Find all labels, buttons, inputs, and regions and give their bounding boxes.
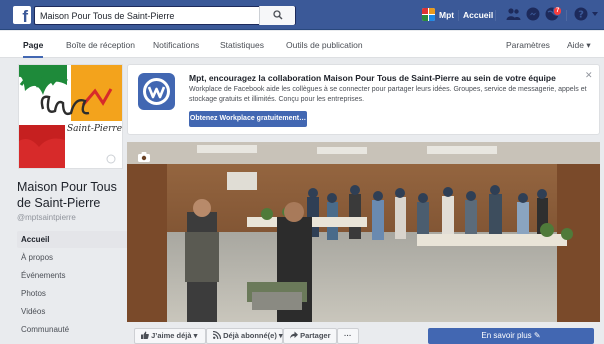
share-button[interactable]: Partager — [283, 328, 337, 344]
tab-help[interactable]: Aide ▾ — [567, 31, 591, 58]
page-sidebar: Saint-Pierre Maison Pour Tous de Saint-P… — [10, 58, 128, 344]
promo-description: Workplace de Facebook aide les collègues… — [189, 86, 587, 103]
divider — [566, 10, 567, 21]
divider — [495, 10, 496, 21]
learn-more-button[interactable]: En savoir plus ✎ — [428, 328, 594, 344]
tab-settings[interactable]: Paramètres — [506, 31, 550, 58]
sidebar-item-community[interactable]: Communauté — [17, 321, 128, 338]
facebook-logo-icon[interactable]: f — [13, 6, 31, 24]
divider — [458, 10, 459, 21]
search-icon — [273, 10, 283, 20]
top-navigation-bar: f Maison Pour Tous de Saint-Pierre Mpt A… — [0, 0, 604, 30]
thumbs-up-icon — [141, 331, 149, 339]
cover-photo[interactable] — [127, 142, 600, 322]
sidebar-item-events[interactable]: Événements — [17, 267, 128, 284]
search-input[interactable]: Maison Pour Tous de Saint-Pierre — [34, 6, 296, 25]
sidebar-item-videos[interactable]: Vidéos — [17, 303, 128, 320]
workplace-logo-icon — [138, 73, 175, 110]
page-admin-tabs: Page Boîte de réception Notifications St… — [0, 31, 604, 58]
sidebar-item-photos[interactable]: Photos — [17, 285, 128, 302]
maison-pour-tous-logo: Saint-Pierre — [19, 65, 122, 168]
notification-badge: 7 — [553, 6, 563, 16]
follow-button-label: Déjà abonné(e) ▾ — [223, 331, 283, 340]
share-button-label: Partager — [300, 331, 331, 340]
sidebar-item-home[interactable]: Accueil — [17, 231, 128, 248]
camera-icon[interactable] — [138, 152, 150, 162]
svg-text:?: ? — [578, 10, 584, 21]
profile-link[interactable]: Mpt — [439, 0, 454, 30]
chevron-down-icon[interactable] — [592, 12, 598, 16]
share-arrow-icon — [290, 331, 298, 339]
svg-text:Saint-Pierre: Saint-Pierre — [67, 124, 122, 134]
tab-publishing-tools[interactable]: Outils de publication — [286, 31, 363, 58]
page-title[interactable]: Maison Pour Tous de Saint-Pierre — [17, 179, 127, 211]
rss-icon — [212, 330, 222, 340]
tab-notifications[interactable]: Notifications — [153, 31, 199, 58]
get-workplace-button[interactable]: Obtenez Workplace gratuitement… — [189, 111, 307, 127]
like-button-label: J’aime déjà ▾ — [151, 331, 198, 340]
page-profile-picture[interactable]: Saint-Pierre — [18, 64, 123, 169]
sidebar-item-about[interactable]: À propos — [17, 249, 128, 266]
page-username[interactable]: @mptsaintpierre — [17, 213, 76, 222]
page-actions-bar: J’aime déjà ▾ Déjà abonné(e) ▾ Partager … — [127, 326, 600, 344]
home-link[interactable]: Accueil — [463, 0, 493, 30]
follow-button[interactable]: Déjà abonné(e) ▾ — [206, 328, 283, 344]
more-options-button[interactable]: ··· — [337, 328, 359, 344]
close-icon[interactable]: ✕ — [585, 70, 593, 81]
user-avatar[interactable] — [422, 8, 435, 21]
tab-inbox[interactable]: Boîte de réception — [66, 31, 135, 58]
tab-page[interactable]: Page — [23, 31, 44, 58]
help-icon[interactable]: ? — [574, 7, 588, 21]
friend-requests-icon[interactable] — [506, 7, 521, 21]
promo-title: Mpt, encouragez la collaboration Maison … — [189, 73, 556, 83]
cover-photo-image — [127, 142, 600, 322]
workplace-promo-card: Mpt, encouragez la collaboration Maison … — [127, 64, 600, 135]
search-button[interactable] — [259, 6, 295, 25]
like-button[interactable]: J’aime déjà ▾ — [134, 328, 206, 344]
search-input-value: Maison Pour Tous de Saint-Pierre — [40, 11, 175, 21]
tab-insights[interactable]: Statistiques — [220, 31, 264, 58]
messages-icon[interactable] — [526, 7, 540, 21]
